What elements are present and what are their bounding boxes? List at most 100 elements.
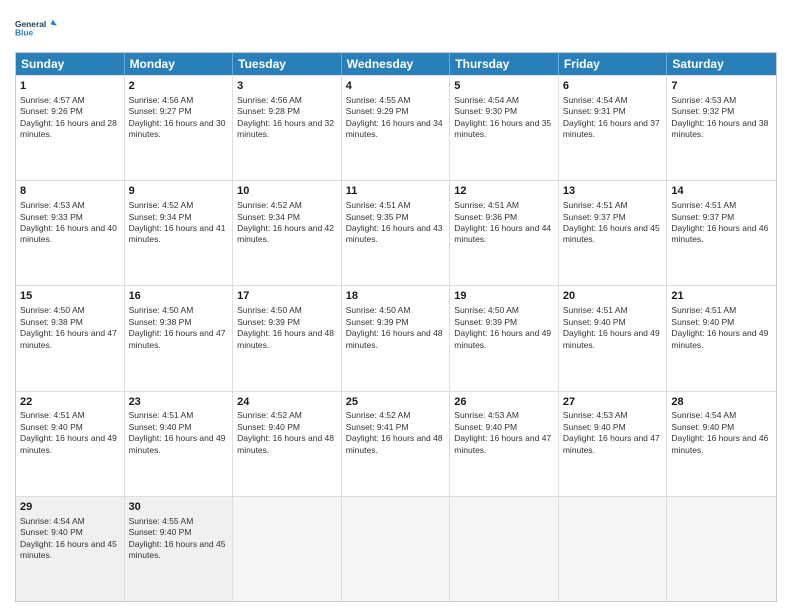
- day-number: 24: [237, 395, 337, 410]
- day-number: 11: [346, 184, 446, 199]
- day-cell-20: 20 Sunrise: 4:51 AM Sunset: 9:40 PM Dayl…: [559, 286, 668, 390]
- sunrise-text: Sunrise: 4:50 AM: [129, 305, 194, 315]
- daylight-text: Daylight: 16 hours and 32 minutes.: [237, 118, 334, 139]
- daylight-text: Daylight: 16 hours and 42 minutes.: [237, 223, 334, 244]
- day-cell-26: 26 Sunrise: 4:53 AM Sunset: 9:40 PM Dayl…: [450, 392, 559, 496]
- day-cell-9: 9 Sunrise: 4:52 AM Sunset: 9:34 PM Dayli…: [125, 181, 234, 285]
- daylight-text: Daylight: 16 hours and 45 minutes.: [563, 223, 660, 244]
- day-number: 3: [237, 79, 337, 94]
- day-number: 20: [563, 289, 663, 304]
- daylight-text: Daylight: 16 hours and 37 minutes.: [563, 118, 660, 139]
- logo-svg: General Blue: [15, 10, 57, 46]
- day-number: 23: [129, 395, 229, 410]
- sunrise-text: Sunrise: 4:52 AM: [237, 200, 302, 210]
- day-cell-15: 15 Sunrise: 4:50 AM Sunset: 9:38 PM Dayl…: [16, 286, 125, 390]
- day-cell-12: 12 Sunrise: 4:51 AM Sunset: 9:36 PM Dayl…: [450, 181, 559, 285]
- day-number: 27: [563, 395, 663, 410]
- sunrise-text: Sunrise: 4:54 AM: [454, 95, 519, 105]
- sunset-text: Sunset: 9:34 PM: [237, 212, 300, 222]
- day-cell-16: 16 Sunrise: 4:50 AM Sunset: 9:38 PM Dayl…: [125, 286, 234, 390]
- day-cell-19: 19 Sunrise: 4:50 AM Sunset: 9:39 PM Dayl…: [450, 286, 559, 390]
- day-number: 16: [129, 289, 229, 304]
- calendar: SundayMondayTuesdayWednesdayThursdayFrid…: [15, 52, 777, 602]
- day-number: 12: [454, 184, 554, 199]
- day-header-thursday: Thursday: [450, 53, 559, 75]
- day-number: 6: [563, 79, 663, 94]
- day-number: 30: [129, 500, 229, 515]
- day-cell-10: 10 Sunrise: 4:52 AM Sunset: 9:34 PM Dayl…: [233, 181, 342, 285]
- sunset-text: Sunset: 9:30 PM: [454, 106, 517, 116]
- sunrise-text: Sunrise: 4:53 AM: [20, 200, 85, 210]
- sunset-text: Sunset: 9:40 PM: [671, 422, 734, 432]
- day-cell-25: 25 Sunrise: 4:52 AM Sunset: 9:41 PM Dayl…: [342, 392, 451, 496]
- daylight-text: Daylight: 16 hours and 45 minutes.: [129, 539, 226, 560]
- day-number: 1: [20, 79, 120, 94]
- daylight-text: Daylight: 16 hours and 46 minutes.: [671, 223, 768, 244]
- daylight-text: Daylight: 16 hours and 41 minutes.: [129, 223, 226, 244]
- sunrise-text: Sunrise: 4:50 AM: [237, 305, 302, 315]
- sunrise-text: Sunrise: 4:55 AM: [346, 95, 411, 105]
- day-header-wednesday: Wednesday: [342, 53, 451, 75]
- sunset-text: Sunset: 9:40 PM: [20, 527, 83, 537]
- day-cell-8: 8 Sunrise: 4:53 AM Sunset: 9:33 PM Dayli…: [16, 181, 125, 285]
- daylight-text: Daylight: 16 hours and 35 minutes.: [454, 118, 551, 139]
- week-row-4: 22 Sunrise: 4:51 AM Sunset: 9:40 PM Dayl…: [16, 391, 776, 496]
- day-cell-13: 13 Sunrise: 4:51 AM Sunset: 9:37 PM Dayl…: [559, 181, 668, 285]
- sunset-text: Sunset: 9:29 PM: [346, 106, 409, 116]
- day-cell-30: 30 Sunrise: 4:55 AM Sunset: 9:40 PM Dayl…: [125, 497, 234, 601]
- sunset-text: Sunset: 9:39 PM: [454, 317, 517, 327]
- day-cell-3: 3 Sunrise: 4:56 AM Sunset: 9:28 PM Dayli…: [233, 76, 342, 180]
- sunset-text: Sunset: 9:40 PM: [563, 422, 626, 432]
- header: General Blue: [15, 10, 777, 46]
- sunrise-text: Sunrise: 4:52 AM: [346, 410, 411, 420]
- sunrise-text: Sunrise: 4:51 AM: [671, 305, 736, 315]
- empty-cell: [667, 497, 776, 601]
- day-number: 8: [20, 184, 120, 199]
- sunset-text: Sunset: 9:40 PM: [237, 422, 300, 432]
- day-cell-23: 23 Sunrise: 4:51 AM Sunset: 9:40 PM Dayl…: [125, 392, 234, 496]
- day-number: 4: [346, 79, 446, 94]
- daylight-text: Daylight: 16 hours and 46 minutes.: [671, 433, 768, 454]
- sunset-text: Sunset: 9:37 PM: [563, 212, 626, 222]
- daylight-text: Daylight: 16 hours and 49 minutes.: [20, 433, 117, 454]
- day-header-saturday: Saturday: [667, 53, 776, 75]
- sunrise-text: Sunrise: 4:53 AM: [671, 95, 736, 105]
- daylight-text: Daylight: 16 hours and 44 minutes.: [454, 223, 551, 244]
- sunrise-text: Sunrise: 4:52 AM: [129, 200, 194, 210]
- day-number: 28: [671, 395, 772, 410]
- sunrise-text: Sunrise: 4:51 AM: [563, 200, 628, 210]
- sunset-text: Sunset: 9:38 PM: [129, 317, 192, 327]
- day-number: 5: [454, 79, 554, 94]
- daylight-text: Daylight: 16 hours and 34 minutes.: [346, 118, 443, 139]
- day-header-tuesday: Tuesday: [233, 53, 342, 75]
- day-cell-1: 1 Sunrise: 4:57 AM Sunset: 9:26 PM Dayli…: [16, 76, 125, 180]
- day-number: 21: [671, 289, 772, 304]
- daylight-text: Daylight: 16 hours and 49 minutes.: [563, 328, 660, 349]
- day-number: 29: [20, 500, 120, 515]
- sunrise-text: Sunrise: 4:51 AM: [454, 200, 519, 210]
- page: General Blue SundayMondayTuesdayWednesda…: [0, 0, 792, 612]
- daylight-text: Daylight: 16 hours and 49 minutes.: [129, 433, 226, 454]
- day-cell-6: 6 Sunrise: 4:54 AM Sunset: 9:31 PM Dayli…: [559, 76, 668, 180]
- daylight-text: Daylight: 16 hours and 47 minutes.: [129, 328, 226, 349]
- day-cell-2: 2 Sunrise: 4:56 AM Sunset: 9:27 PM Dayli…: [125, 76, 234, 180]
- daylight-text: Daylight: 16 hours and 48 minutes.: [346, 328, 443, 349]
- sunset-text: Sunset: 9:32 PM: [671, 106, 734, 116]
- daylight-text: Daylight: 16 hours and 47 minutes.: [20, 328, 117, 349]
- day-number: 2: [129, 79, 229, 94]
- day-number: 25: [346, 395, 446, 410]
- day-cell-11: 11 Sunrise: 4:51 AM Sunset: 9:35 PM Dayl…: [342, 181, 451, 285]
- sunrise-text: Sunrise: 4:51 AM: [671, 200, 736, 210]
- day-number: 9: [129, 184, 229, 199]
- sunset-text: Sunset: 9:26 PM: [20, 106, 83, 116]
- sunrise-text: Sunrise: 4:56 AM: [237, 95, 302, 105]
- sunrise-text: Sunrise: 4:51 AM: [129, 410, 194, 420]
- sunset-text: Sunset: 9:39 PM: [237, 317, 300, 327]
- sunrise-text: Sunrise: 4:54 AM: [671, 410, 736, 420]
- week-row-2: 8 Sunrise: 4:53 AM Sunset: 9:33 PM Dayli…: [16, 180, 776, 285]
- daylight-text: Daylight: 16 hours and 43 minutes.: [346, 223, 443, 244]
- sunrise-text: Sunrise: 4:53 AM: [454, 410, 519, 420]
- sunset-text: Sunset: 9:36 PM: [454, 212, 517, 222]
- sunset-text: Sunset: 9:28 PM: [237, 106, 300, 116]
- calendar-header-row: SundayMondayTuesdayWednesdayThursdayFrid…: [16, 53, 776, 75]
